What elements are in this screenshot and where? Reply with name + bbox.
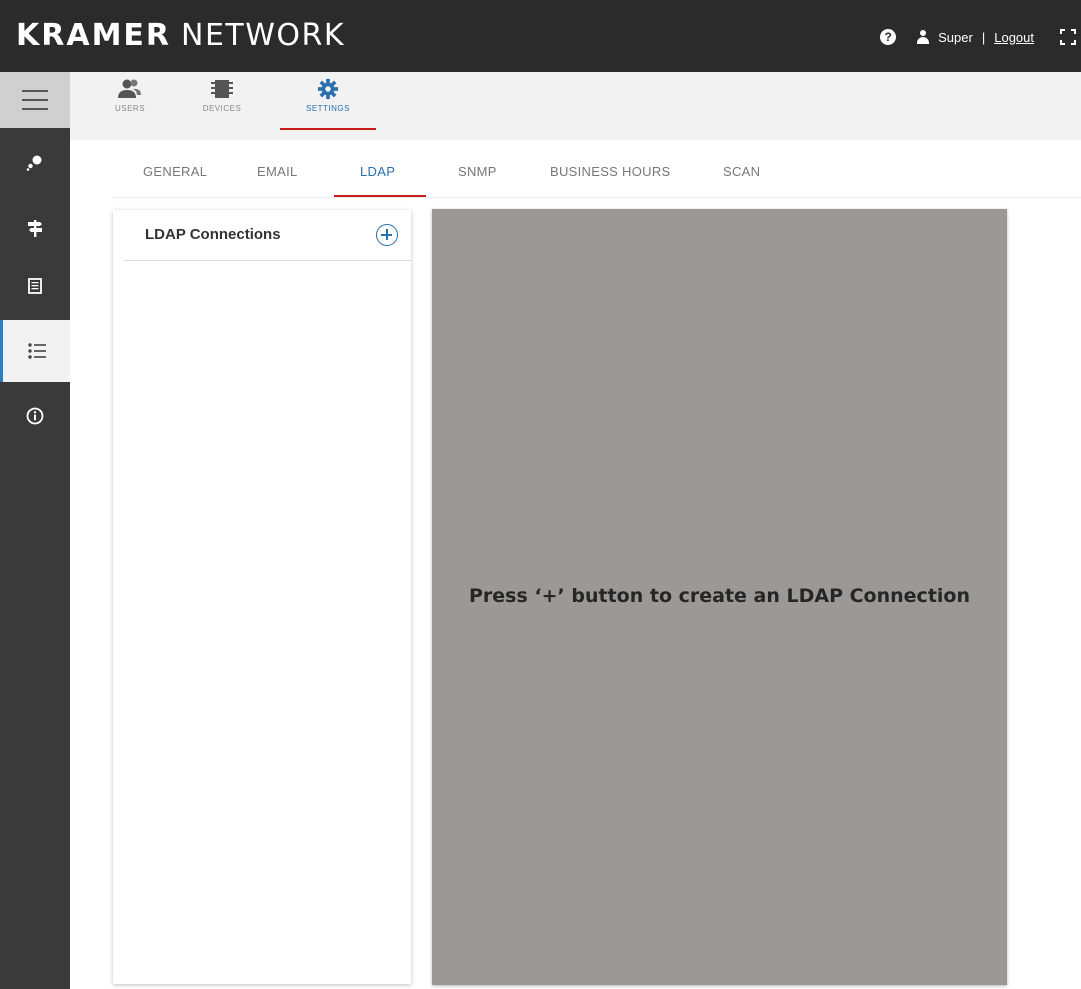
tab-ldap[interactable]: LDAP — [360, 164, 395, 179]
tab-active-indicator — [334, 195, 426, 197]
tab-snmp[interactable]: SNMP — [458, 164, 497, 179]
tab-general[interactable]: GENERAL — [143, 164, 207, 179]
header-user-area: ? Super | Logout — [880, 24, 1081, 50]
app-header: KRAMER NETWORK ? Super | Logout — [0, 0, 1081, 72]
nav-devices[interactable]: DEVICES — [192, 78, 252, 134]
users-icon — [118, 79, 141, 98]
brand-logo-light: NETWORK — [181, 18, 346, 53]
brand-logo: KRAMER NETWORK — [16, 18, 345, 58]
sidebar-item-signpost[interactable] — [0, 208, 70, 248]
sidebar-item-info[interactable] — [0, 396, 70, 436]
nav-settings-label: SETTINGS — [305, 104, 350, 113]
sidebar-item-document[interactable] — [0, 266, 70, 306]
ldap-connections-panel: LDAP Connections — [113, 210, 411, 984]
ldap-connections-title: LDAP Connections — [145, 226, 281, 243]
nav-users-label: USERS — [114, 104, 146, 113]
tab-scan[interactable]: SCAN — [723, 164, 760, 179]
sidebar-menu-toggle[interactable] — [0, 72, 70, 128]
ldap-details-area: Press ‘+’ button to create an LDAP Conne… — [432, 209, 1007, 985]
nav-settings[interactable]: SETTINGS — [298, 78, 358, 134]
nav-devices-label: DEVICES — [202, 104, 242, 113]
hamburger-menu-icon — [22, 90, 48, 110]
settings-tabs: GENERAL EMAIL LDAP SNMP BUSINESS HOURS S… — [113, 140, 1081, 198]
tab-email[interactable]: EMAIL — [257, 164, 298, 179]
sidebar-item-list[interactable] — [0, 320, 70, 382]
fullscreen-icon[interactable] — [1060, 29, 1076, 45]
header-separator: | — [981, 29, 986, 45]
logout-link[interactable]: Logout — [994, 30, 1034, 45]
list-icon — [27, 343, 46, 359]
document-icon — [28, 278, 42, 294]
sidebar-item-network[interactable] — [0, 142, 70, 182]
devices-icon — [211, 80, 233, 98]
network-nodes-icon — [26, 155, 42, 171]
empty-state-message: Press ‘+’ button to create an LDAP Conne… — [468, 585, 970, 607]
gear-icon — [317, 78, 339, 100]
nav-active-indicator — [280, 128, 376, 130]
info-icon — [26, 407, 44, 425]
tab-business-hours[interactable]: BUSINESS HOURS — [550, 164, 671, 179]
help-icon[interactable]: ? — [880, 29, 897, 45]
brand-logo-bold: KRAMER — [16, 18, 172, 53]
signpost-icon — [28, 220, 42, 237]
nav-users[interactable]: USERS — [100, 78, 160, 134]
username: Super — [938, 29, 973, 45]
left-sidebar — [0, 72, 70, 989]
section-nav: USERS DEVICES SETTINGS — [70, 72, 1081, 140]
panel-divider — [123, 260, 411, 261]
add-ldap-connection-button[interactable] — [376, 224, 398, 246]
user-icon — [916, 30, 930, 44]
